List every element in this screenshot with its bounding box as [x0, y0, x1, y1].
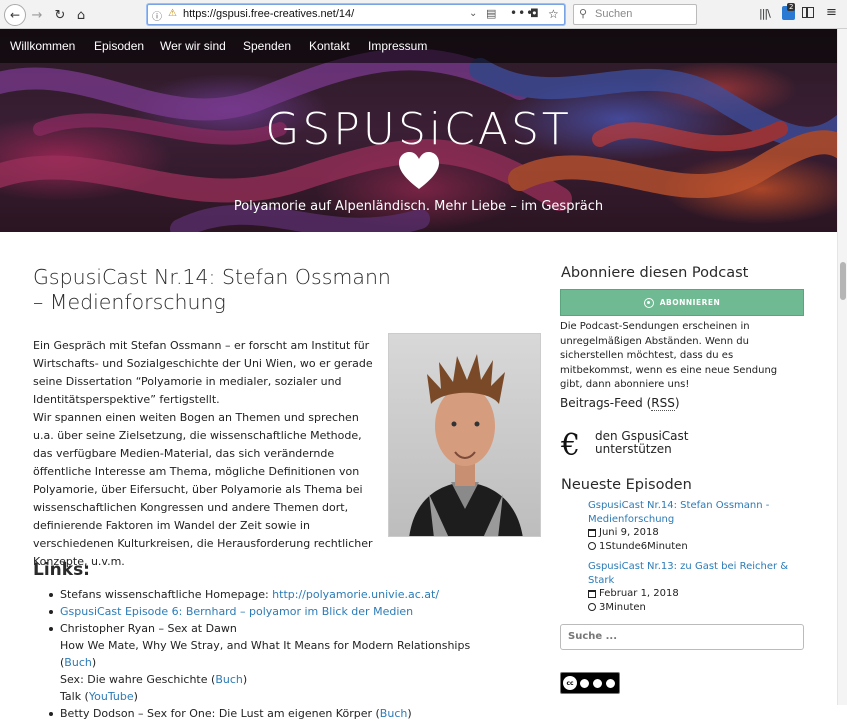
- browser-toolbar: ← → ↻ ⌂ ⓘ ⚠ https://gspusi.free-creative…: [0, 0, 847, 29]
- hamburger-menu-icon[interactable]: ≡: [826, 5, 837, 20]
- list-item: GspusiCast Nr.14: Stefan Ossmann - Medie…: [588, 499, 808, 553]
- feed-close: ): [674, 396, 680, 410]
- url-bar[interactable]: ⓘ ⚠ https://gspusi.free-creatives.net/14…: [147, 4, 565, 25]
- ryan-book-title: How We Mate, Why We Stray, and What It M…: [60, 639, 471, 669]
- ryan-title: Christopher Ryan – Sex at Dawn: [60, 622, 237, 635]
- post-body-paragraph: Wir spannen einen weiten Bogen an Themen…: [33, 411, 373, 568]
- calendar-icon: [588, 589, 596, 598]
- dodson-book-link[interactable]: Buch: [380, 707, 408, 720]
- list-item: Stefans wissenschaftliche Homepage: http…: [49, 586, 500, 603]
- search-placeholder: Suchen: [595, 8, 633, 20]
- by-icon: [579, 677, 590, 689]
- episode-title-link[interactable]: GspusiCast Nr.14: Stefan Ossmann - Medie…: [588, 499, 808, 526]
- homepage-label: Stefans wissenschaftliche Homepage:: [60, 588, 273, 601]
- nav-item-kontakt[interactable]: Kontakt: [309, 39, 350, 53]
- sidebar-search-input[interactable]: Suche ...: [560, 624, 804, 650]
- list-item: GspusiCast Nr.13: zu Gast bei Reicher & …: [588, 560, 808, 614]
- page-scrollbar[interactable]: [837, 29, 847, 705]
- post-title: GspusiCast Nr.14: Stefan Ossmann – Medie…: [33, 265, 391, 314]
- subscribe-button-label: ABONNIEREN: [659, 298, 721, 307]
- recent-episodes-heading: Neueste Episoden: [561, 477, 692, 493]
- episode-duration: 3Minuten: [599, 601, 646, 613]
- rss-link[interactable]: RSS: [651, 396, 675, 411]
- clock-icon: [588, 603, 596, 612]
- close-paren: ): [242, 673, 248, 686]
- site-header: Willkommen Episoden Wer wir sind Spenden…: [0, 29, 837, 232]
- episode-date: Februar 1, 2018: [599, 588, 679, 599]
- post-feed: Beitrags-Feed (RSS): [560, 396, 680, 411]
- list-item: Christopher Ryan – Sex at Dawn: [49, 620, 500, 637]
- main-navigation: Willkommen Episoden Wer wir sind Spenden…: [0, 29, 837, 63]
- subscribe-button[interactable]: ABONNIEREN: [560, 289, 804, 316]
- dodson-title: Betty Dodson – Sex for One: Die Lust am …: [60, 707, 380, 720]
- heart-icon: [399, 152, 439, 189]
- forward-arrow-icon[interactable]: →: [27, 5, 47, 25]
- feed-label: Beitrags-Feed (: [560, 396, 652, 410]
- ryan-german-book-link[interactable]: Buch: [215, 673, 243, 686]
- close-paren: ): [91, 656, 97, 669]
- euro-icon[interactable]: €: [561, 428, 580, 463]
- recent-episodes-list: GspusiCast Nr.14: Stefan Ossmann - Medie…: [588, 499, 808, 614]
- close-paren: ): [407, 707, 412, 720]
- nav-item-impressum[interactable]: Impressum: [368, 39, 427, 53]
- support-link[interactable]: den GspusiCast unterstützen: [595, 430, 735, 456]
- clock-icon: [588, 542, 596, 551]
- back-arrow-icon[interactable]: ←: [4, 4, 26, 26]
- reload-icon[interactable]: ↻: [50, 5, 70, 25]
- nav-item-willkommen[interactable]: Willkommen: [10, 39, 75, 53]
- nd-icon: [605, 677, 616, 689]
- site-tagline: Polyamorie auf Alpenländisch. Mehr Liebe…: [233, 199, 604, 214]
- reader-view-icon[interactable]: ▤: [486, 7, 496, 20]
- calendar-icon: [588, 528, 596, 537]
- info-icon[interactable]: ⓘ: [152, 8, 162, 23]
- homepage-link[interactable]: http://polyamorie.univie.ac.at/: [272, 588, 439, 601]
- episode-title-link[interactable]: GspusiCast Nr.13: zu Gast bei Reicher & …: [588, 560, 808, 587]
- guest-portrait-photo: [388, 333, 541, 537]
- nc-icon: [592, 677, 603, 689]
- creative-commons-license-badge[interactable]: cc: [560, 672, 620, 694]
- episode-duration: 1Stunde6Minuten: [599, 540, 688, 552]
- search-icon: ⚲: [579, 7, 588, 20]
- links-heading: Links:: [33, 560, 90, 580]
- ryan-book-link[interactable]: Buch: [64, 656, 92, 669]
- browser-search-bar[interactable]: ⚲ Suchen: [573, 4, 697, 25]
- main-content: GspusiCast Nr.14: Stefan Ossmann – Medie…: [0, 232, 837, 720]
- ryan-talk-label: Talk (: [60, 690, 89, 703]
- site-title[interactable]: GSPUSiCAST: [0, 104, 837, 155]
- links-list: Stefans wissenschaftliche Homepage: http…: [49, 586, 500, 722]
- subscribe-description: Die Podcast-Sendungen erscheinen in unre…: [560, 321, 778, 390]
- nav-item-episoden[interactable]: Episoden: [94, 39, 144, 53]
- url-text[interactable]: https://gspusi.free-creatives.net/14/: [183, 8, 354, 20]
- list-item: Sex: Die wahre Geschichte (Buch): [60, 671, 500, 688]
- post-intro-paragraph: Ein Gespräch mit Stefan Ossmann – er for…: [33, 339, 373, 406]
- cc-icon: cc: [563, 676, 577, 690]
- close-paren: ): [133, 690, 138, 703]
- notification-badge: 2: [787, 3, 796, 11]
- bookmark-star-icon[interactable]: ☆: [548, 7, 559, 21]
- episode-6-link[interactable]: GspusiCast Episode 6: Bernhard – polyamo…: [60, 605, 413, 618]
- subscribe-heading: Abonniere diesen Podcast: [561, 265, 749, 281]
- list-item: Talk (YouTube): [60, 688, 500, 705]
- library-icon[interactable]: |||\: [759, 7, 771, 20]
- sidebar-icon[interactable]: [802, 7, 814, 18]
- nav-item-wer-wir-sind[interactable]: Wer wir sind: [160, 39, 226, 53]
- search-placeholder: Suche ...: [568, 631, 618, 642]
- list-item: GspusiCast Episode 6: Bernhard – polyamo…: [49, 603, 500, 620]
- scrollbar-thumb[interactable]: [840, 262, 846, 300]
- list-item: How We Mate, Why We Stray, and What It M…: [60, 637, 500, 671]
- home-icon[interactable]: ⌂: [71, 5, 91, 25]
- list-item: Betty Dodson – Sex for One: Die Lust am …: [49, 705, 500, 722]
- episode-date: Juni 9, 2018: [599, 527, 659, 538]
- lock-warning-icon[interactable]: ⚠: [168, 8, 177, 19]
- nav-item-spenden[interactable]: Spenden: [243, 39, 291, 53]
- ryan-youtube-link[interactable]: YouTube: [89, 690, 134, 703]
- ryan-german-title: Sex: Die wahre Geschichte (: [60, 673, 216, 686]
- dropdown-arrow-icon[interactable]: ⌄: [469, 8, 477, 19]
- pocket-icon[interactable]: ◘: [530, 7, 539, 20]
- podcast-icon: [643, 297, 654, 308]
